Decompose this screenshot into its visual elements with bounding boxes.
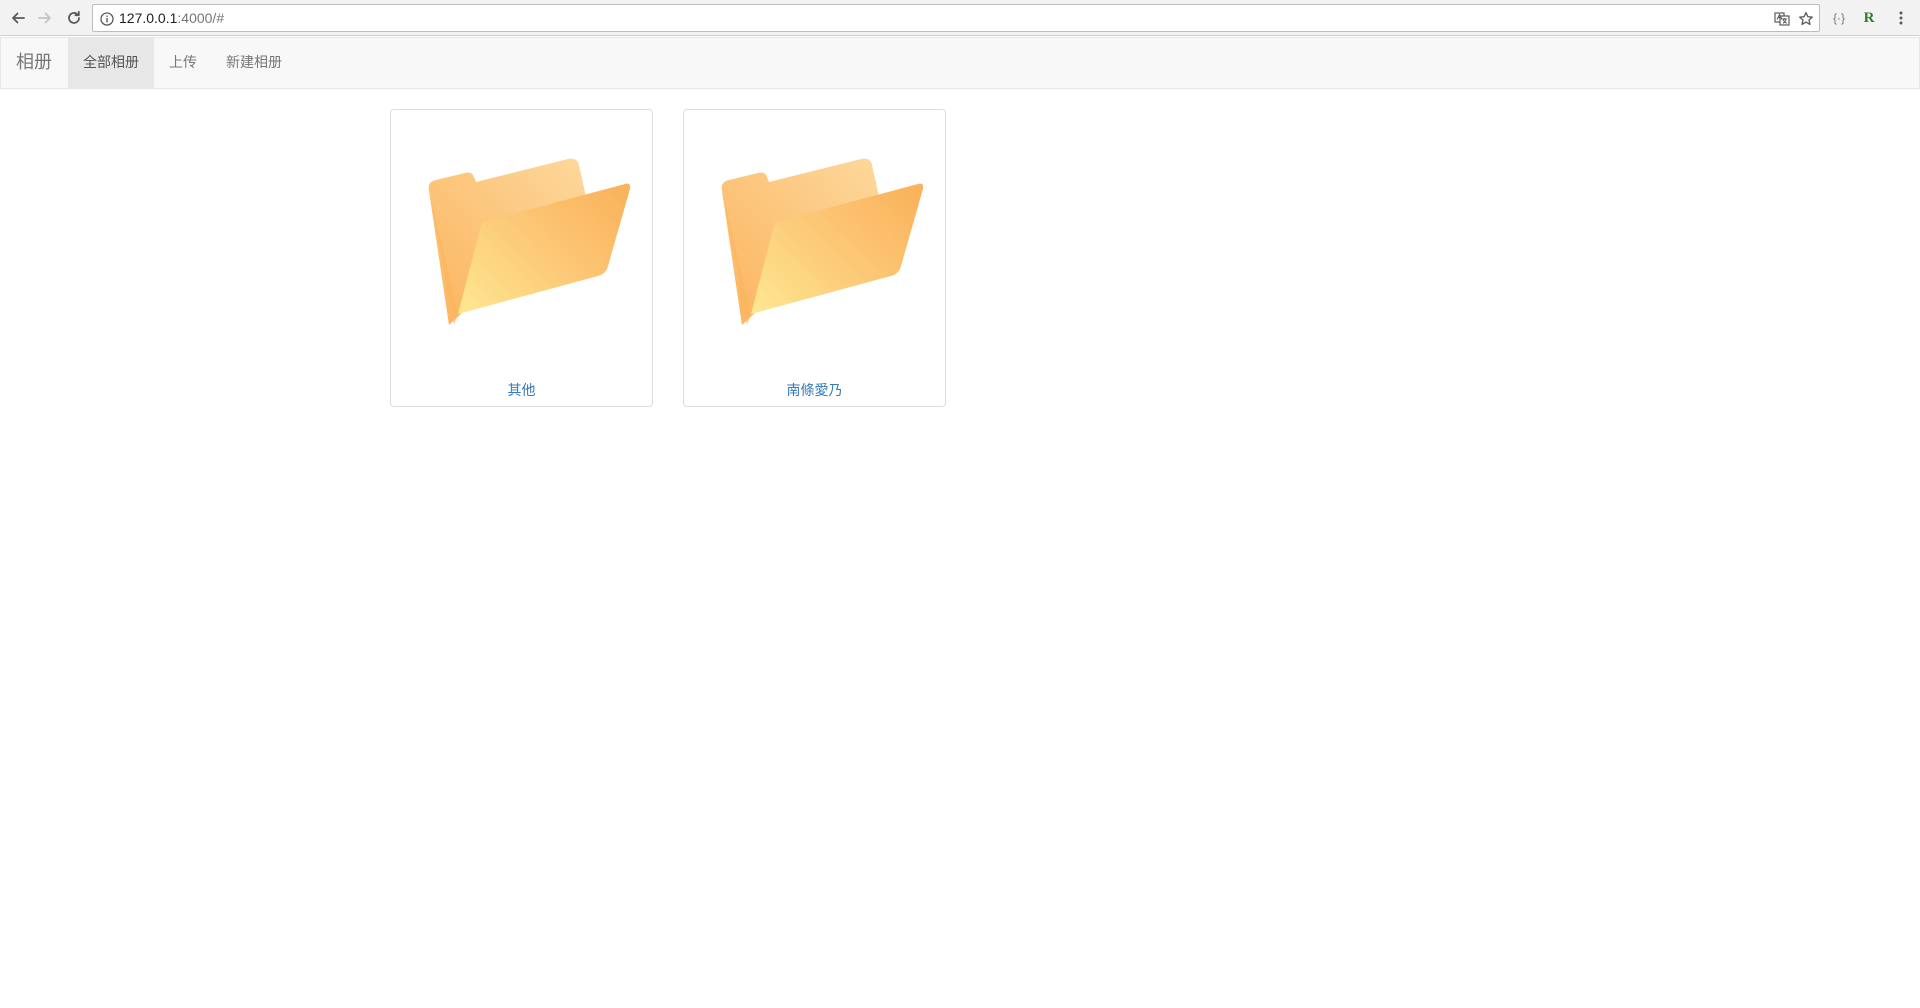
star-icon[interactable] — [1797, 10, 1815, 28]
album-card[interactable]: 南條愛乃 — [683, 109, 946, 407]
album-name[interactable]: 其他 — [391, 380, 652, 400]
nav-upload[interactable]: 上传 — [154, 38, 212, 88]
folder-icon[interactable] — [718, 150, 928, 330]
nav-new-album[interactable]: 新建相册 — [211, 38, 297, 88]
translate-icon[interactable] — [1773, 10, 1791, 28]
album-card[interactable]: 其他 — [390, 109, 653, 407]
arrow-left-icon[interactable] — [6, 6, 30, 30]
url-text[interactable]: 127.0.0.1:4000/# — [119, 5, 224, 31]
json-braces-icon[interactable]: {·} — [1828, 6, 1850, 30]
info-icon[interactable] — [99, 11, 115, 27]
nav-all-albums[interactable]: 全部相册 — [68, 38, 154, 88]
kebab-menu-icon[interactable] — [1890, 6, 1912, 30]
app-navbar: 相册 全部相册 上传 新建相册 — [0, 37, 1920, 89]
reload-icon[interactable] — [62, 6, 86, 30]
browser-toolbar: 127.0.0.1:4000/# {·} R — [0, 0, 1920, 36]
brand-link[interactable]: 相册 — [1, 38, 67, 88]
address-bar[interactable]: 127.0.0.1:4000/# — [92, 4, 1820, 32]
album-name[interactable]: 南條愛乃 — [684, 380, 945, 400]
url-path: :4000/# — [177, 10, 225, 26]
folder-icon[interactable] — [425, 150, 635, 330]
r-letter-icon[interactable]: R — [1858, 6, 1880, 30]
arrow-right-icon[interactable] — [33, 6, 57, 30]
url-host: 127.0.0.1 — [119, 10, 178, 26]
